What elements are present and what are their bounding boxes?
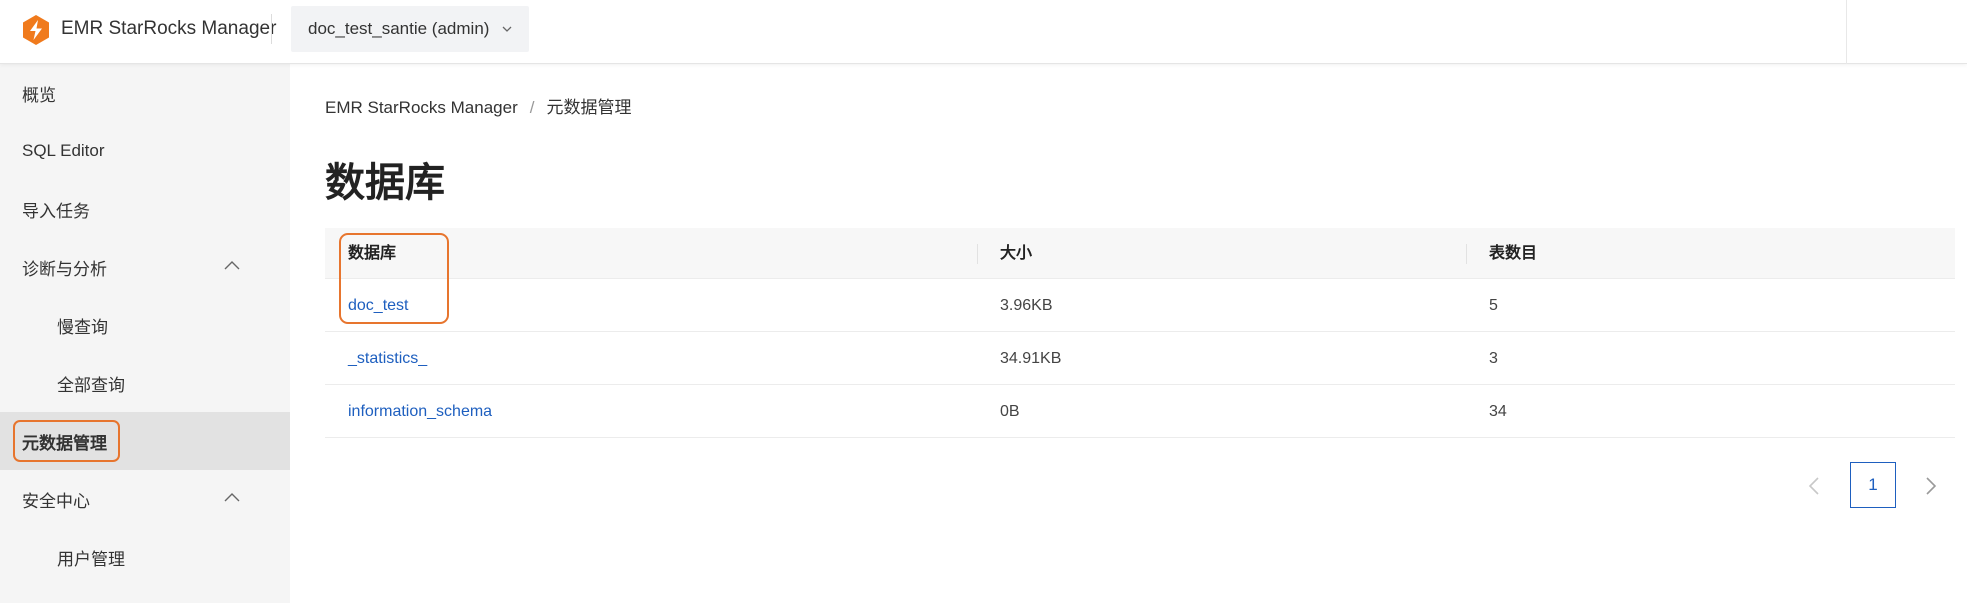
header-right-divider — [1846, 0, 1847, 64]
sidebar-item-metadata[interactable]: 元数据管理 — [0, 412, 290, 470]
sidebar-item-label: 慢查询 — [57, 317, 108, 337]
sidebar-item-label: SQL Editor — [22, 141, 105, 160]
sidebar-item-sql-editor[interactable]: SQL Editor — [0, 122, 290, 180]
column-header-table-count: 表数目 — [1489, 245, 1538, 262]
sidebar: 概览 SQL Editor 导入任务 诊断与分析 慢查询 全部查询 元数据管理 … — [0, 64, 290, 603]
table-header: 数据库 大小 表数目 — [325, 228, 1955, 279]
page-title: 数据库 — [325, 161, 445, 205]
sidebar-item-label: 元数据管理 — [22, 433, 107, 453]
header-divider — [271, 14, 272, 44]
sidebar-item-label: 诊断与分析 — [22, 259, 107, 279]
database-table-count: 5 — [1489, 297, 1498, 314]
breadcrumb-separator: / — [529, 98, 535, 117]
table-row: information_schema 0B 34 — [325, 385, 1955, 438]
sidebar-item-label: 概览 — [22, 85, 56, 105]
breadcrumb: EMR StarRocks Manager / 元数据管理 — [325, 93, 631, 118]
database-link[interactable]: _statistics_ — [348, 332, 427, 385]
sidebar-item-all-queries[interactable]: 全部查询 — [0, 354, 290, 412]
sidebar-item-import-tasks[interactable]: 导入任务 — [0, 180, 290, 238]
sidebar-item-label: 用户管理 — [57, 549, 125, 569]
database-table-count: 3 — [1489, 350, 1498, 367]
starrocks-logo-icon — [23, 15, 49, 45]
column-header-database: 数据库 — [348, 245, 397, 262]
sidebar-item-diagnosis[interactable]: 诊断与分析 — [0, 238, 290, 296]
pagination-page-button[interactable]: 1 — [1850, 462, 1896, 508]
table-row: _statistics_ 34.91KB 3 — [325, 332, 1955, 385]
cluster-selector-label: doc_test_santie (admin) — [308, 19, 490, 38]
table-row: doc_test 3.96KB 5 — [325, 279, 1955, 332]
column-divider — [1466, 244, 1467, 264]
database-table: 数据库 大小 表数目 doc_test 3.96KB 5 _statistics… — [325, 228, 1955, 438]
cluster-selector[interactable]: doc_test_santie (admin) — [291, 6, 529, 52]
breadcrumb-current: 元数据管理 — [546, 98, 632, 117]
database-size: 34.91KB — [1000, 350, 1062, 367]
sidebar-item-slow-queries[interactable]: 慢查询 — [0, 296, 290, 354]
column-header-size: 大小 — [1000, 245, 1033, 262]
chevron-up-icon — [224, 261, 240, 270]
sidebar-item-label: 导入任务 — [22, 201, 90, 221]
chevron-left-icon[interactable] — [1803, 474, 1827, 498]
pagination-page-number: 1 — [1868, 475, 1878, 494]
column-divider — [977, 244, 978, 264]
chevron-down-icon — [502, 26, 512, 32]
database-table-count: 34 — [1489, 403, 1507, 420]
sidebar-item-label: 全部查询 — [57, 375, 125, 395]
sidebar-item-user-management[interactable]: 用户管理 — [0, 528, 290, 586]
chevron-right-icon[interactable] — [1918, 474, 1942, 498]
sidebar-item-security[interactable]: 安全中心 — [0, 470, 290, 528]
sidebar-item-overview[interactable]: 概览 — [0, 64, 290, 122]
top-bar: EMR StarRocks Manager doc_test_santie (a… — [0, 0, 1967, 64]
app-title: EMR StarRocks Manager — [61, 18, 277, 39]
database-size: 3.96KB — [1000, 297, 1053, 314]
database-link[interactable]: information_schema — [348, 385, 492, 438]
database-size: 0B — [1000, 403, 1020, 420]
breadcrumb-root[interactable]: EMR StarRocks Manager — [325, 98, 518, 117]
database-link[interactable]: doc_test — [348, 279, 408, 332]
chevron-up-icon — [224, 493, 240, 502]
sidebar-item-label: 安全中心 — [22, 491, 90, 511]
